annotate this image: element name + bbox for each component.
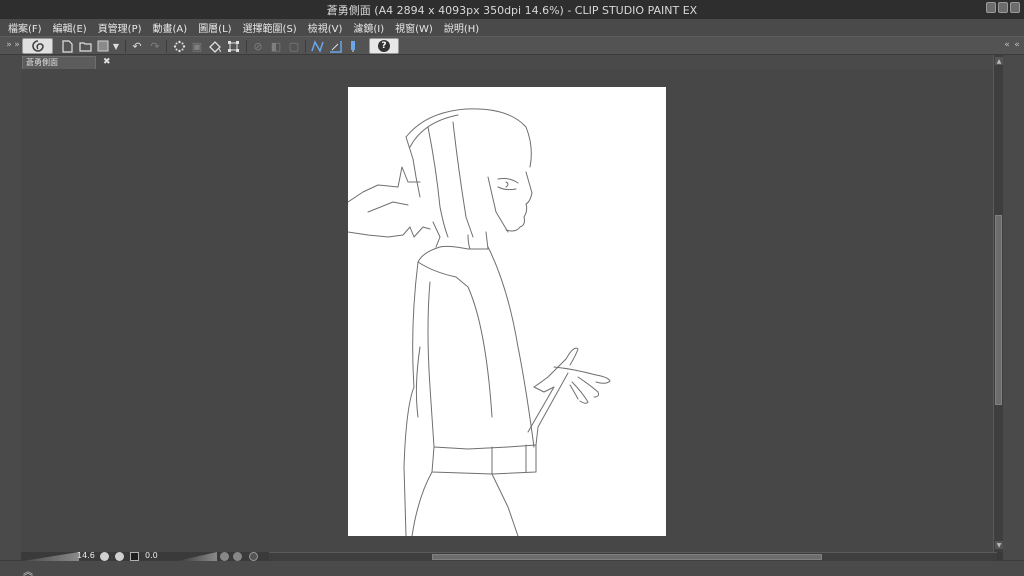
- help-button[interactable]: ?: [369, 38, 399, 54]
- bottom-dock-bar: ︽: [0, 561, 1024, 576]
- horizontal-scroll-thumb[interactable]: [432, 554, 822, 560]
- document-tab[interactable]: 蒼勇側面: [22, 56, 96, 69]
- window-controls: [986, 2, 1020, 13]
- expand-bottom-panel-icon[interactable]: ︽: [23, 563, 33, 576]
- horizontal-scrollbar[interactable]: [269, 552, 997, 561]
- reset-rotation-icon[interactable]: [249, 552, 258, 561]
- window-title: 蒼勇側面 (A4 2894 x 4093px 350dpi 14.6%) - C…: [326, 4, 698, 17]
- right-panel-dock: [1003, 55, 1024, 560]
- zoom-value[interactable]: 14.6: [77, 551, 95, 560]
- zoom-spin-icon[interactable]: [100, 552, 109, 561]
- vertical-scroll-thumb[interactable]: [995, 215, 1002, 405]
- menu-filter[interactable]: 濾鏡(I): [353, 20, 384, 35]
- clip-studio-logo-icon[interactable]: [22, 38, 53, 54]
- canvas-status-bar: 14.6 0.0: [21, 551, 1003, 561]
- undo-icon[interactable]: ↶: [130, 39, 144, 53]
- canvas-area[interactable]: [21, 69, 993, 552]
- close-tab-icon[interactable]: ✖: [103, 56, 111, 68]
- transform-icon[interactable]: [226, 39, 240, 53]
- vertical-scrollbar[interactable]: ▲ ▼: [993, 55, 1003, 552]
- collapse-right-panel-secondary-icon[interactable]: «: [1010, 38, 1024, 52]
- command-bar: ▼ ↶ ↷ ▣ ⊘ ◧ ▢ ?: [0, 36, 1024, 55]
- canvas-paper[interactable]: [348, 87, 666, 536]
- menu-bar: 檔案(F) 編輯(E) 頁管理(P) 動畫(A) 圖層(L) 選擇範圍(S) 檢…: [0, 19, 1024, 36]
- save-icon[interactable]: [96, 39, 110, 53]
- fill-icon[interactable]: [208, 39, 222, 53]
- menu-layer[interactable]: 圖層(L): [198, 20, 231, 35]
- menu-view[interactable]: 檢視(V): [308, 20, 343, 35]
- rotation-slider[interactable]: [177, 552, 217, 561]
- menu-file[interactable]: 檔案(F): [8, 20, 42, 35]
- menu-window[interactable]: 視窗(W): [395, 20, 433, 35]
- maximize-button[interactable]: [998, 2, 1008, 13]
- menu-selection[interactable]: 選擇範圍(S): [243, 20, 297, 35]
- save-dropdown-icon[interactable]: ▼: [111, 39, 121, 53]
- menu-animation[interactable]: 動畫(A): [153, 20, 188, 35]
- menu-help[interactable]: 說明(H): [444, 20, 479, 35]
- menu-edit[interactable]: 編輯(E): [53, 20, 87, 35]
- sketch-drawing: [348, 108, 611, 536]
- view-actual-size-icon[interactable]: [130, 552, 139, 561]
- document-tab-bar: 蒼勇側面 ✖: [21, 55, 1003, 69]
- rotate-left-icon[interactable]: [220, 552, 229, 561]
- redo-icon[interactable]: ↷: [148, 39, 162, 53]
- menu-page-management[interactable]: 頁管理(P): [98, 20, 142, 35]
- clear-outside-selection-icon[interactable]: ▣: [190, 39, 204, 53]
- title-bar: 蒼勇側面 (A4 2894 x 4093px 350dpi 14.6%) - C…: [0, 0, 1024, 19]
- new-file-icon[interactable]: [60, 39, 74, 53]
- minimize-button[interactable]: [986, 2, 996, 13]
- collapse-left-panel-secondary-icon[interactable]: »: [10, 38, 24, 52]
- rotation-value[interactable]: 0.0: [145, 551, 158, 560]
- clear-icon[interactable]: [172, 39, 186, 53]
- invert-selection-icon[interactable]: ◧: [269, 39, 283, 53]
- scroll-down-arrow-icon[interactable]: ▼: [995, 541, 1003, 549]
- left-panel-dock: [0, 55, 21, 560]
- deselect-icon[interactable]: ⊘: [251, 39, 265, 53]
- zoom-fit-icon[interactable]: [115, 552, 124, 561]
- help-icon: ?: [378, 40, 390, 52]
- snap-to-special-ruler-icon[interactable]: [328, 39, 342, 53]
- open-file-icon[interactable]: [78, 39, 92, 53]
- scroll-up-arrow-icon[interactable]: ▲: [995, 57, 1003, 65]
- snap-to-ruler-icon[interactable]: [310, 39, 324, 53]
- rotate-right-icon[interactable]: [233, 552, 242, 561]
- close-window-button[interactable]: [1010, 2, 1020, 13]
- show-selection-icon[interactable]: ▢: [287, 39, 301, 53]
- zoom-slider[interactable]: [23, 552, 79, 561]
- snap-to-grid-icon[interactable]: [346, 39, 360, 53]
